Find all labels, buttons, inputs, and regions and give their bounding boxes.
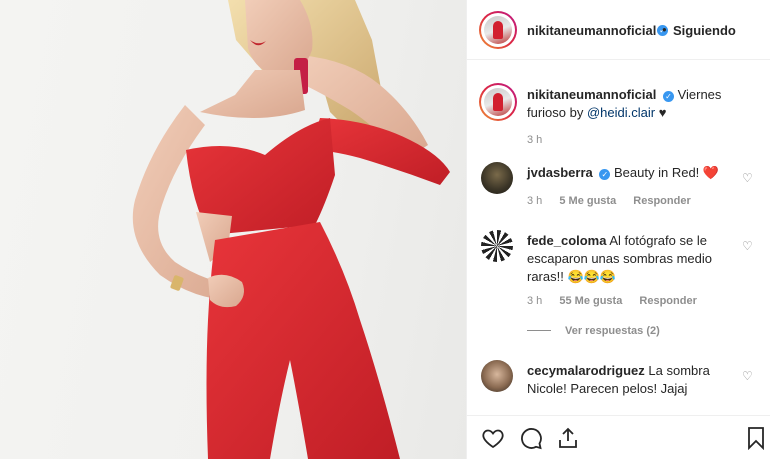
- following-button[interactable]: Siguiendo: [673, 23, 736, 38]
- verified-icon: ✓: [599, 169, 611, 180]
- comment-likes[interactable]: 55 Me gusta: [559, 295, 622, 307]
- caption-time[interactable]: 3 h: [527, 134, 542, 146]
- comment-item: fede_coloma Al fotógrafo se le escaparon…: [467, 228, 770, 348]
- caption-mention[interactable]: @heidi.clair: [587, 105, 655, 120]
- comment-like-heart-icon[interactable]: ♡: [742, 370, 755, 383]
- comment-likes[interactable]: 5 Me gusta: [559, 195, 616, 207]
- bookmark-icon[interactable]: [744, 426, 768, 451]
- dress-pants: [206, 222, 400, 459]
- caption-text: nikitaneumannoficial ✓ Viernes furioso b…: [527, 86, 742, 122]
- comment-time[interactable]: 3 h: [527, 195, 542, 207]
- view-replies-label: Ver respuestas (2): [565, 325, 660, 337]
- comment-like-heart-icon[interactable]: ♡: [742, 172, 755, 185]
- replies-line: [527, 330, 551, 331]
- separator-dot: •: [662, 22, 667, 37]
- commenter-username[interactable]: fede_coloma: [527, 233, 606, 248]
- post-photo[interactable]: [0, 0, 466, 459]
- view-replies-button[interactable]: Ver respuestas (2): [527, 325, 660, 337]
- share-icon[interactable]: [556, 426, 580, 450]
- verified-icon: ✓: [662, 91, 674, 102]
- comments-list[interactable]: nikitaneumannoficial ✓ Viernes furioso b…: [467, 60, 770, 415]
- author-username[interactable]: nikitaneumannoficial: [527, 23, 656, 38]
- comment-body: Beauty in Red! ❤️: [614, 165, 720, 180]
- comment-text: fede_coloma Al fotógrafo se le escaparon…: [527, 232, 742, 286]
- neck: [200, 70, 305, 119]
- comment-meta: 3 h 55 Me gusta Responder: [527, 295, 711, 307]
- photo-illustration: [132, 0, 450, 459]
- caption-avatar[interactable]: [479, 83, 517, 121]
- comment-time[interactable]: 3 h: [527, 295, 542, 307]
- comment-text: cecymalarodriguez La sombra Nicole! Pare…: [527, 362, 742, 398]
- caption-meta: 3 h: [527, 134, 556, 146]
- commenter-avatar[interactable]: [481, 360, 513, 392]
- heart-icon[interactable]: [481, 426, 505, 450]
- commenter-username[interactable]: cecymalarodriguez: [527, 363, 645, 378]
- commenter-username[interactable]: jvdasberra: [527, 165, 593, 180]
- caption-username[interactable]: nikitaneumannoficial: [527, 87, 656, 102]
- caption-heart: ♥: [658, 105, 667, 120]
- commenter-avatar[interactable]: [481, 230, 513, 262]
- comment-text: jvdasberra ✓ Beauty in Red! ❤️: [527, 164, 742, 182]
- comment-item: jvdasberra ✓ Beauty in Red! ❤️ ♡ 3 h 5 M…: [467, 160, 770, 220]
- post-actions-bar: [467, 415, 770, 459]
- caption: nikitaneumannoficial ✓ Viernes furioso b…: [467, 74, 770, 154]
- comment-icon[interactable]: [519, 426, 543, 450]
- comment-like-heart-icon[interactable]: ♡: [742, 240, 755, 253]
- comment-reply-button[interactable]: Responder: [639, 295, 696, 307]
- author-avatar[interactable]: [479, 11, 517, 49]
- post-side-panel: nikitaneumannoficial ✓ • Siguiendo nikit…: [466, 0, 770, 459]
- comment-item: cecymalarodriguez La sombra Nicole! Pare…: [467, 358, 770, 415]
- post-header: nikitaneumannoficial ✓ • Siguiendo: [467, 0, 770, 60]
- commenter-avatar[interactable]: [481, 162, 513, 194]
- comment-reply-button[interactable]: Responder: [633, 195, 690, 207]
- comment-meta: 3 h 5 Me gusta Responder: [527, 195, 705, 207]
